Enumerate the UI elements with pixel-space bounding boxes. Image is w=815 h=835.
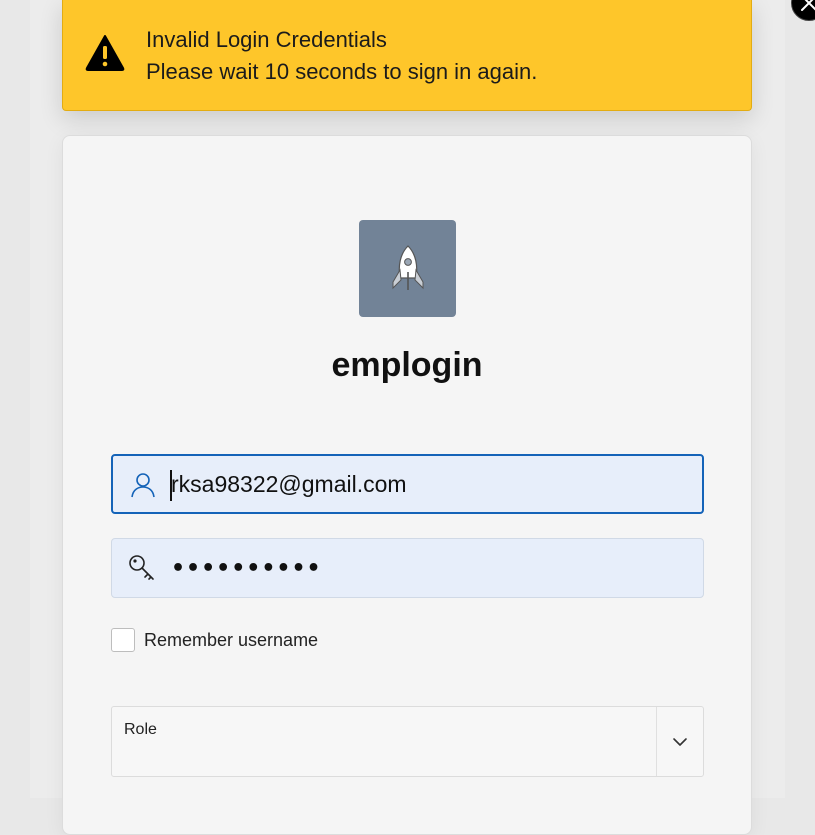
remember-label: Remember username: [144, 629, 319, 650]
toast-message: Please wait 10 seconds to sign in again.: [146, 59, 538, 84]
key-icon: [129, 555, 154, 580]
rocket-icon: [392, 244, 423, 290]
toast-close-button[interactable]: [791, 0, 815, 21]
password-input[interactable]: ••••••••••: [171, 539, 322, 597]
username-input[interactable]: [171, 456, 691, 512]
error-toast: Invalid Login Credentials Please wait 10…: [62, 0, 815, 111]
app-logo: [359, 220, 456, 317]
remember-username[interactable]: Remember username: [111, 628, 318, 652]
user-icon: [131, 473, 155, 498]
warning-icon: [85, 35, 125, 71]
toast-title: Invalid Login Credentials: [146, 27, 387, 52]
toast-message-block: Invalid Login Credentials Please wait 10…: [146, 24, 537, 88]
close-icon: [801, 0, 815, 11]
remember-checkbox[interactable]: [111, 628, 135, 652]
role-select[interactable]: Role: [111, 706, 704, 777]
password-field[interactable]: ••••••••••: [111, 538, 704, 598]
app-title: emplogin: [331, 346, 483, 384]
login-card: emplogin •••••••••• Remember username Ro…: [62, 135, 752, 835]
username-field[interactable]: [111, 454, 704, 514]
role-dropdown-button[interactable]: [656, 707, 703, 776]
chevron-down-icon: [673, 737, 687, 746]
role-label: Role: [124, 721, 157, 738]
